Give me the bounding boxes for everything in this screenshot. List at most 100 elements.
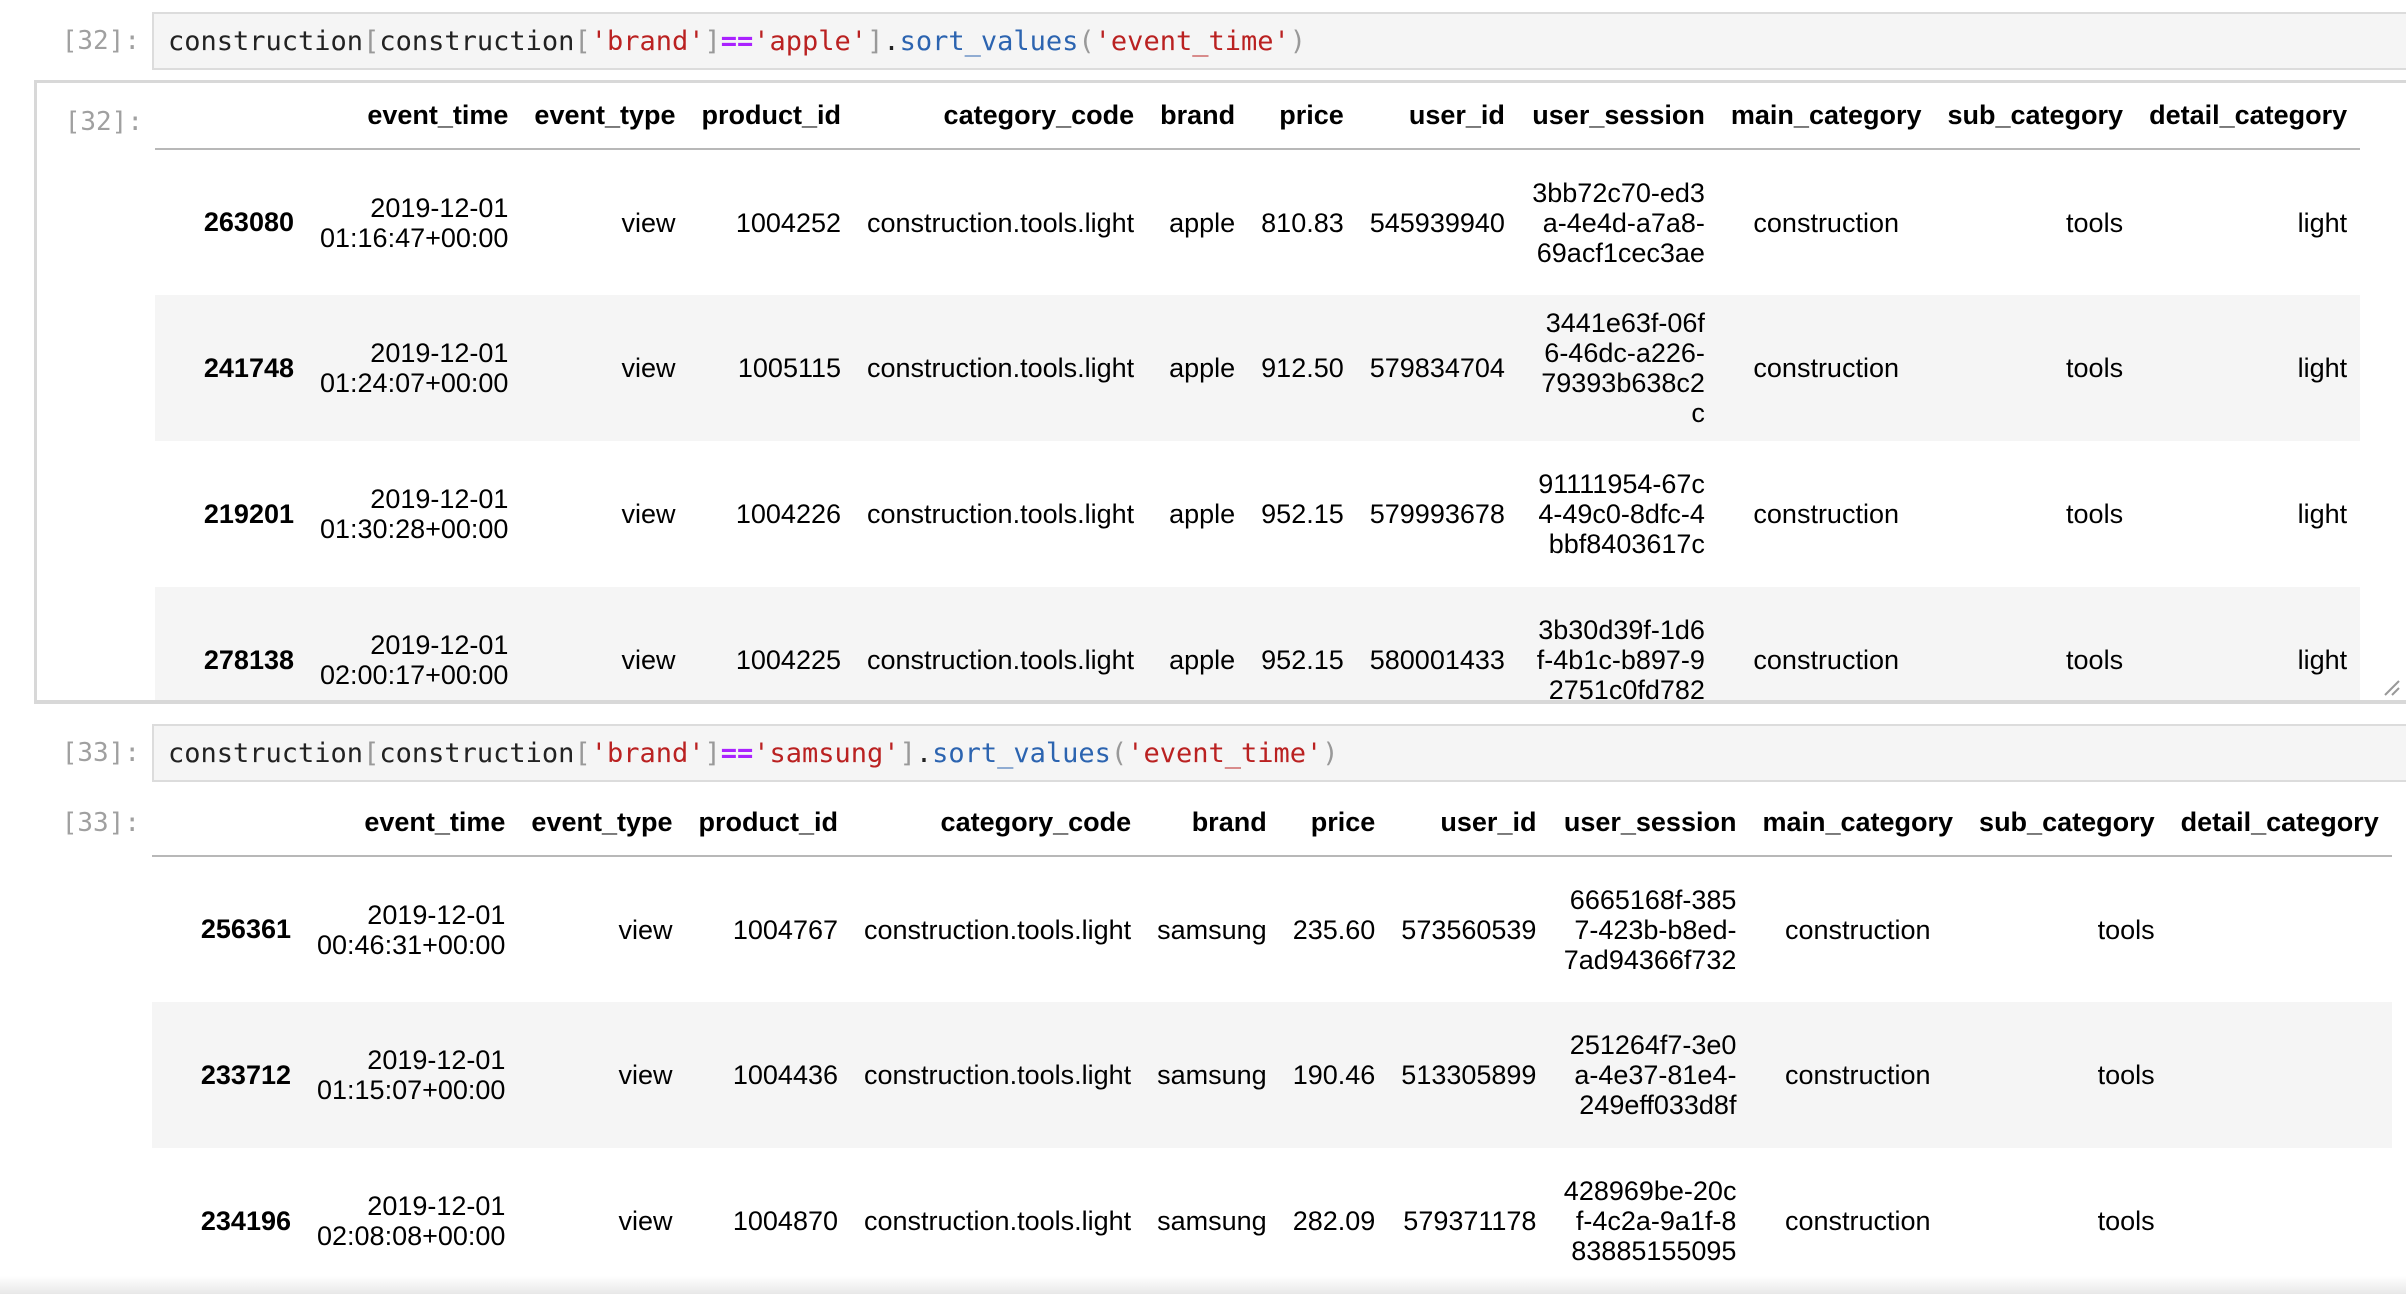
cell-product-id: 1004226 xyxy=(735,499,841,529)
code-token: ] xyxy=(867,25,884,57)
code-token: ] xyxy=(899,737,916,769)
column-header: event_type xyxy=(518,790,686,857)
cell-price: 190.46 xyxy=(1292,1060,1376,1090)
cell-sub-category: tools xyxy=(2097,914,2155,945)
column-header: event_type xyxy=(521,83,689,150)
cell-detail-category: light xyxy=(2297,207,2348,238)
cell-sub-category: tools xyxy=(2066,353,2124,383)
cell-user-id: 579371178 xyxy=(1403,1206,1537,1236)
cell-event-time: 2019-12-01 02:08:08+00:00 xyxy=(317,1191,506,1251)
cell-price: 952.15 xyxy=(1261,645,1344,675)
code-token: sort_values xyxy=(899,25,1079,57)
cell-main-category: construction xyxy=(1753,645,1899,675)
dataframe-scroll-32[interactable]: event_time event_type product_id category_c… xyxy=(155,83,2406,700)
cell-brand: samsung xyxy=(1157,914,1267,945)
cell-brand: apple xyxy=(1169,353,1236,383)
column-header: brand xyxy=(1147,83,1249,150)
cell-user-session: 3bb72c70-ed3a-4e4d-a7a8-69acf1cec3ae xyxy=(1532,177,1705,268)
cell-event-type: view xyxy=(621,353,676,383)
code-token: [ xyxy=(363,25,380,57)
dataframe-table: event_time event_type product_id category_c… xyxy=(155,83,2361,700)
column-header: category_code xyxy=(851,790,1145,857)
cell-event-type: view xyxy=(618,1206,673,1236)
output-prompt-32: [32]: xyxy=(64,107,143,137)
row-index: 219201 xyxy=(203,498,294,529)
cell-event-type: view xyxy=(621,645,676,675)
resize-handle-icon[interactable] xyxy=(2382,678,2400,696)
cell-detail-category: light xyxy=(2297,645,2348,675)
cell-detail-category xyxy=(2168,856,2392,1002)
cell-detail-category: light xyxy=(2297,353,2348,383)
cell-user-session: 91111954-67c4-49c0-8dfc-4bbf8403617c xyxy=(1538,469,1705,559)
output-area-32[interactable]: [32]: event_time event_type product_id cate… xyxy=(34,80,2406,704)
code-input-32[interactable]: construction[construction['brand'] =='app… xyxy=(152,12,2406,70)
column-header: brand xyxy=(1144,790,1280,857)
column-header: main_category xyxy=(1717,83,1935,150)
code-token: ) xyxy=(1289,25,1307,57)
cell-sub-category: tools xyxy=(2066,207,2124,238)
code-token: sort_values xyxy=(932,737,1111,769)
column-header: event_time xyxy=(307,83,522,150)
table-row: 263080 2019-12-01 01:16:47+00:00 view 10042… xyxy=(155,149,2361,295)
cell-event-time: 2019-12-01 01:15:07+00:00 xyxy=(317,1045,506,1105)
cell-price: 235.60 xyxy=(1292,914,1376,945)
cell-user-id: 579834704 xyxy=(1369,353,1505,383)
cell-user-id: 513305899 xyxy=(1401,1060,1537,1090)
cell-category-code: construction.tools.light xyxy=(864,1206,1132,1236)
cell-sub-category: tools xyxy=(2066,499,2124,529)
cell-user-id: 573560539 xyxy=(1401,914,1537,945)
row-index: 256361 xyxy=(200,914,291,944)
column-header: category_code xyxy=(854,83,1148,150)
code-token: [ xyxy=(574,25,591,57)
cell-product-id: 1004436 xyxy=(732,1060,838,1090)
column-header: sub_category xyxy=(1966,790,2168,857)
code-token: ) xyxy=(1322,737,1339,769)
code-token: == xyxy=(720,25,754,57)
cell-category-code: construction.tools.light xyxy=(867,499,1135,529)
column-header: detail_category xyxy=(2167,790,2392,857)
cell-event-time: 2019-12-01 02:00:17+00:00 xyxy=(320,630,509,690)
code-token: ( xyxy=(1110,737,1128,769)
cell-price: 282.09 xyxy=(1292,1206,1376,1236)
column-header: user_id xyxy=(1388,790,1550,857)
cell-price: 810.83 xyxy=(1261,207,1344,238)
column-header: event_time xyxy=(304,790,519,857)
code-token: ] xyxy=(704,25,721,57)
cell-user-session: 428969be-20cf-4c2a-9a1f-883885155095 xyxy=(1563,1176,1737,1266)
dataframe-scroll-33[interactable]: event_time event_type product_id category_c… xyxy=(152,790,2406,1294)
code-token: 'apple' xyxy=(753,25,868,57)
column-header: main_category xyxy=(1749,790,1967,857)
cell-category-code: construction.tools.light xyxy=(867,207,1135,238)
cell-brand: apple xyxy=(1169,207,1236,238)
column-header: product_id xyxy=(688,83,854,150)
cell-main-category: construction xyxy=(1753,353,1899,383)
cell-detail-category xyxy=(2168,1148,2392,1294)
cell-sub-category: tools xyxy=(2097,1060,2155,1090)
cell-sub-category: tools xyxy=(2097,1206,2155,1236)
column-header: user_session xyxy=(1549,790,1750,857)
dataframe-table: event_time event_type product_id category_c… xyxy=(152,790,2392,1294)
input-prompt-33: [33]: xyxy=(61,738,140,768)
cell-main-category: construction xyxy=(1753,499,1899,529)
code-token: 'samsung' xyxy=(753,737,900,769)
cell-product-id: 1004225 xyxy=(735,645,841,675)
cell-price: 912.50 xyxy=(1261,353,1344,383)
cell-detail-category xyxy=(2168,1002,2392,1148)
table-row: 234196 2019-12-01 02:08:08+00:00 view 10048… xyxy=(152,1148,2392,1294)
index-header xyxy=(152,790,304,857)
cell-user-id: 579993678 xyxy=(1369,499,1505,529)
cell-detail-category: light xyxy=(2297,499,2348,529)
cell-product-id: 1004252 xyxy=(735,207,841,238)
cell-user-session: 251264f7-3e0a-4e37-81e4-249eff033d8f xyxy=(1569,1030,1737,1120)
table-header-row: event_time event_type product_id category_c… xyxy=(152,790,2392,857)
code-token: construction xyxy=(168,737,364,769)
notebook-page: [32]: construction[construction['brand']… xyxy=(0,0,2406,1294)
column-header: user_session xyxy=(1517,83,1718,150)
cell-event-time: 2019-12-01 00:46:31+00:00 xyxy=(317,899,506,960)
row-index: 278138 xyxy=(203,644,294,675)
code-token: [ xyxy=(363,737,380,769)
cell-category-code: construction.tools.light xyxy=(867,645,1135,675)
cell-price: 952.15 xyxy=(1261,499,1344,529)
table-row: 241748 2019-12-01 01:24:07+00:00 view 10051… xyxy=(155,295,2361,441)
code-input-33[interactable]: construction[construction['brand'] =='sam… xyxy=(152,724,2406,782)
